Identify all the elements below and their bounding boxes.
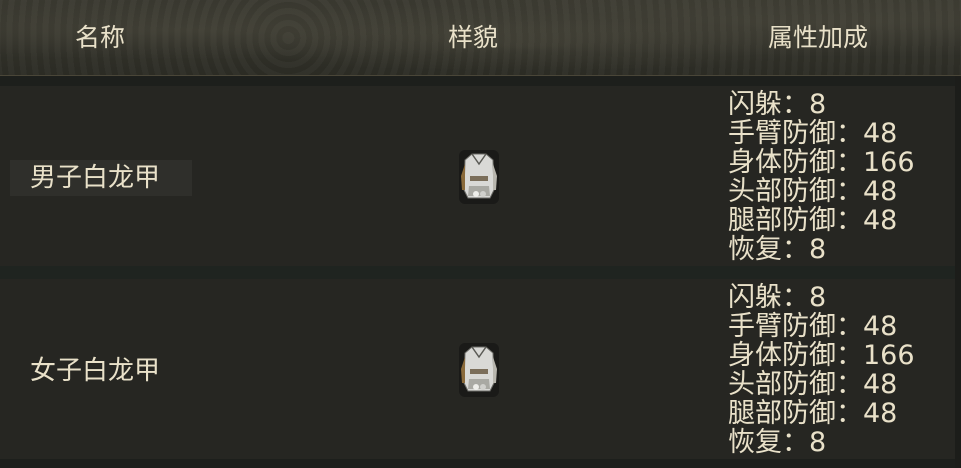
attribute-recovery: 恢复：8 <box>728 234 827 265</box>
attribute-arm-defense: 手臂防御：48 <box>728 118 898 149</box>
attribute-body-defense: 身体防御：166 <box>728 147 915 178</box>
white-dragon-armor-icon <box>456 146 502 208</box>
header-appearance: 样貌 <box>447 23 498 52</box>
row-divider <box>0 76 961 86</box>
attribute-leg-defense: 腿部防御：48 <box>728 398 898 429</box>
attribute-head-defense: 头部防御：48 <box>728 369 898 400</box>
item-name: 女子白龙甲 <box>30 356 161 386</box>
attribute-body-defense: 身体防御：166 <box>728 340 915 371</box>
armor-table: 名称 样貌 属性加成 男子白龙甲 闪躲：8 手臂防御：48 身体防御：166 头… <box>0 0 961 468</box>
white-dragon-armor-icon <box>456 339 502 401</box>
row-divider <box>0 459 961 468</box>
attribute-recovery: 恢复：8 <box>728 427 827 458</box>
row-divider <box>0 266 961 279</box>
attribute-leg-defense: 腿部防御：48 <box>728 205 898 236</box>
attribute-dodge: 闪躲：8 <box>728 89 827 120</box>
header-attributes: 属性加成 <box>767 23 868 52</box>
table-edge <box>955 76 961 468</box>
header-name: 名称 <box>74 23 125 52</box>
table-row[interactable]: 男子白龙甲 闪躲：8 手臂防御：48 身体防御：166 头部防御：48 腿部防御… <box>0 86 955 266</box>
attribute-list: 闪躲：8 手臂防御：48 身体防御：166 头部防御：48 腿部防御：48 恢复… <box>728 90 915 264</box>
attribute-arm-defense: 手臂防御：48 <box>728 311 898 342</box>
table-header: 名称 样貌 属性加成 <box>0 0 961 78</box>
attribute-dodge: 闪躲：8 <box>728 282 827 313</box>
attribute-head-defense: 头部防御：48 <box>728 176 898 207</box>
item-name: 男子白龙甲 <box>10 160 192 196</box>
table-row[interactable]: 女子白龙甲 闪躲：8 手臂防御：48 身体防御：166 头部防御：48 腿部防御… <box>0 279 955 459</box>
attribute-list: 闪躲：8 手臂防御：48 身体防御：166 头部防御：48 腿部防御：48 恢复… <box>728 283 915 457</box>
